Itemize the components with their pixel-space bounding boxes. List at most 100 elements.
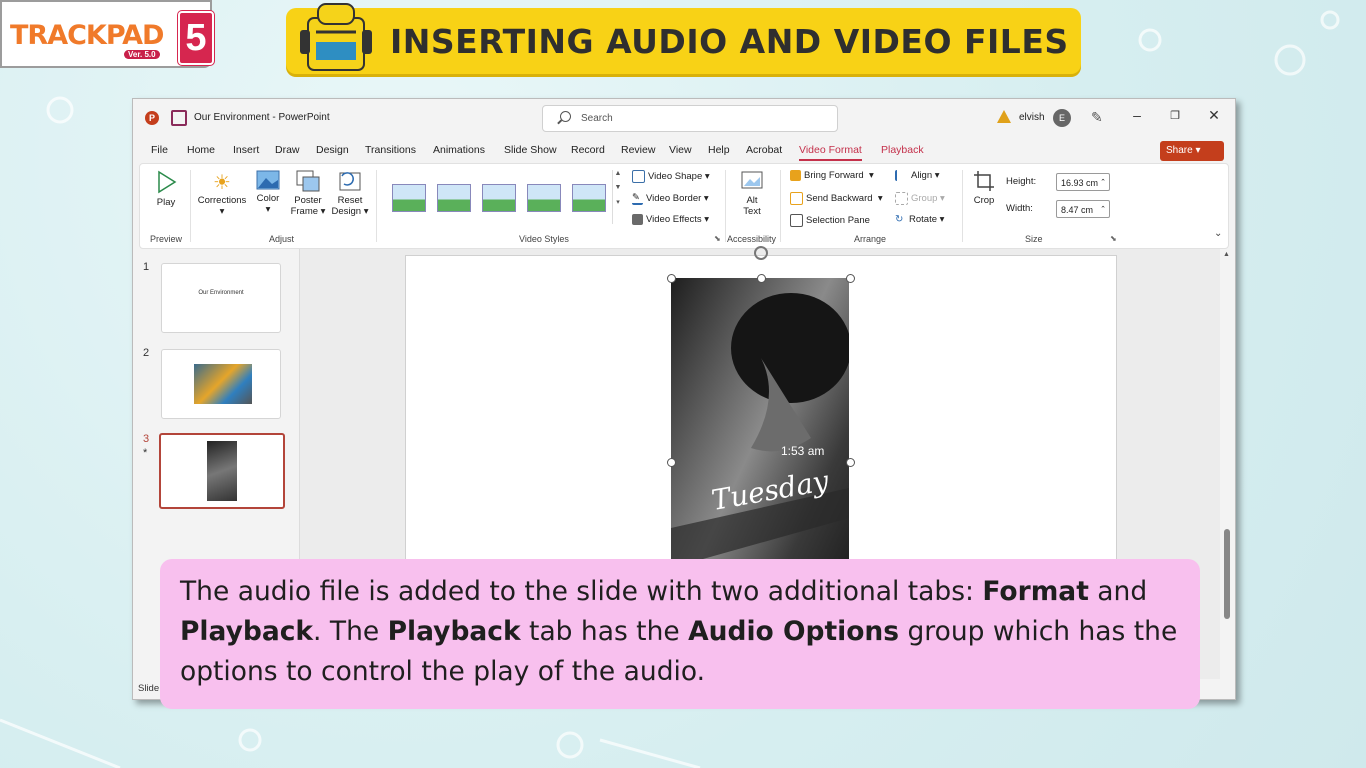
- video-effects-button[interactable]: Video Effects ▾: [632, 214, 709, 225]
- video-border-button[interactable]: ✎ Video Border ▾: [632, 192, 709, 205]
- stepper-icon[interactable]: ⌃: [1100, 201, 1106, 219]
- corrections-button[interactable]: ☀ Corrections ▾: [196, 170, 248, 217]
- tab-review[interactable]: Review: [621, 144, 655, 156]
- bring-forward-button[interactable]: Bring Forward ▾: [790, 170, 874, 181]
- collapse-ribbon-icon[interactable]: ⌄: [1214, 228, 1222, 239]
- tab-design[interactable]: Design: [316, 144, 349, 156]
- tab-home[interactable]: Home: [187, 144, 215, 156]
- tab-acrobat[interactable]: Acrobat: [746, 144, 782, 156]
- height-value: 16.93 cm: [1061, 178, 1099, 188]
- height-label: Height:: [1006, 176, 1037, 187]
- poster-frame-button[interactable]: Poster Frame ▾: [290, 170, 326, 217]
- search-box[interactable]: Search: [542, 105, 838, 132]
- trackpad-logo: TRACKPAD Ver. 5.0 5: [0, 0, 214, 68]
- tab-file[interactable]: File: [151, 144, 168, 156]
- divider: [780, 170, 781, 242]
- caption-box: The audio file is added to the slide wit…: [160, 559, 1200, 709]
- height-field[interactable]: 16.93 cm ⌃: [1056, 173, 1110, 191]
- alt-text-button[interactable]: Alt Text: [736, 170, 768, 217]
- width-field[interactable]: 8.47 cm ⌃: [1056, 200, 1110, 218]
- resize-handle[interactable]: [667, 274, 676, 283]
- title-bar: P Our Environment - PowerPoint Search el…: [133, 99, 1235, 137]
- resize-handle[interactable]: [667, 458, 676, 467]
- warning-icon[interactable]: [997, 110, 1011, 123]
- share-button[interactable]: Share ▾: [1160, 141, 1224, 161]
- group-adjust-label: Adjust: [269, 234, 295, 244]
- search-placeholder: Search: [581, 113, 613, 124]
- video-thumbnail-image: [207, 441, 237, 501]
- crop-button[interactable]: Crop: [970, 170, 998, 206]
- status-bar-slide: Slide: [138, 683, 160, 694]
- save-icon[interactable]: [171, 110, 187, 126]
- color-label: Color: [256, 193, 280, 204]
- restore-button[interactable]: ❐: [1165, 109, 1185, 122]
- caption-text: and: [1088, 576, 1148, 607]
- reset-design-button[interactable]: Reset Design ▾: [330, 170, 370, 217]
- caption-text: tab has the: [520, 616, 689, 647]
- bring-forward-label: Bring Forward: [804, 170, 864, 182]
- align-button[interactable]: Align ▾: [895, 170, 940, 181]
- close-button[interactable]: ✕: [1204, 107, 1224, 124]
- group-preview-label: Preview: [150, 234, 183, 244]
- gallery-scroll[interactable]: ▲ ▼ ▾: [612, 170, 623, 224]
- video-style-thumb[interactable]: [392, 184, 426, 212]
- tab-insert[interactable]: Insert: [233, 144, 259, 156]
- resize-handle[interactable]: [846, 458, 855, 467]
- dialog-launcher-icon[interactable]: ⬊: [1110, 234, 1117, 243]
- group-icon: [895, 192, 908, 205]
- divider: [725, 170, 726, 242]
- sun-icon: ☀: [213, 172, 231, 194]
- slide-thumbnail-1[interactable]: Our Environment: [161, 263, 281, 333]
- tab-transitions[interactable]: Transitions: [365, 144, 416, 156]
- tab-playback[interactable]: Playback: [881, 144, 924, 156]
- pen-icon[interactable]: ✎: [1091, 109, 1103, 126]
- slide-thumbnail-3[interactable]: [159, 433, 285, 509]
- crop-icon: [974, 171, 994, 191]
- slide-1-title: Our Environment: [198, 290, 244, 296]
- video-style-thumb[interactable]: [572, 184, 606, 212]
- document-title: Our Environment - PowerPoint: [194, 112, 330, 123]
- scroll-up-icon[interactable]: ▲: [1223, 251, 1230, 258]
- stepper-icon[interactable]: ⌃: [1100, 174, 1106, 192]
- selection-pane-button[interactable]: Selection Pane: [790, 214, 870, 227]
- resize-handle[interactable]: [846, 274, 855, 283]
- slide-number: 3: [143, 433, 150, 445]
- tab-slide-show[interactable]: Slide Show: [504, 144, 557, 156]
- scroll-thumb[interactable]: [1224, 529, 1230, 619]
- vertical-scrollbar[interactable]: ▲: [1220, 249, 1234, 679]
- rotate-button[interactable]: ↻ Rotate ▾: [895, 214, 944, 225]
- caption-text: . The: [313, 616, 388, 647]
- tab-view[interactable]: View: [669, 144, 692, 156]
- slide-star: *: [143, 447, 148, 459]
- bring-forward-icon: [790, 170, 801, 181]
- avatar[interactable]: E: [1053, 109, 1071, 127]
- color-button[interactable]: Color ▾: [254, 170, 282, 215]
- group-button[interactable]: Group ▾: [895, 192, 945, 205]
- reset-label-1: Reset: [337, 195, 363, 206]
- tab-record[interactable]: Record: [571, 144, 605, 156]
- tab-help[interactable]: Help: [708, 144, 730, 156]
- minimize-button[interactable]: –: [1127, 107, 1147, 123]
- rotate-label: Rotate: [909, 214, 937, 226]
- dialog-launcher-icon[interactable]: ⬊: [714, 234, 721, 243]
- send-backward-button[interactable]: Send Backward ▾: [790, 192, 883, 205]
- slide-thumbnail-2[interactable]: [161, 349, 281, 419]
- video-shape-button[interactable]: Video Shape ▾: [632, 170, 710, 183]
- width-value: 8.47 cm: [1061, 205, 1094, 215]
- play-label: Play: [156, 197, 176, 208]
- slide-number: 2: [143, 347, 150, 359]
- user-name[interactable]: elvish: [1019, 112, 1045, 123]
- send-backward-icon: [790, 192, 803, 205]
- slide-number: 1: [143, 261, 150, 273]
- tab-animations[interactable]: Animations: [433, 144, 485, 156]
- tab-video-format[interactable]: Video Format: [799, 144, 862, 161]
- play-button[interactable]: Play: [152, 170, 180, 208]
- video-style-thumb[interactable]: [482, 184, 516, 212]
- resize-handle[interactable]: [757, 274, 766, 283]
- color-icon: [256, 170, 280, 190]
- tab-draw[interactable]: Draw: [275, 144, 300, 156]
- ribbon-tabs: File Home Insert Draw Design Transitions…: [133, 139, 1235, 161]
- rotate-handle-icon[interactable]: [754, 246, 768, 260]
- video-style-thumb[interactable]: [527, 184, 561, 212]
- video-style-thumb[interactable]: [437, 184, 471, 212]
